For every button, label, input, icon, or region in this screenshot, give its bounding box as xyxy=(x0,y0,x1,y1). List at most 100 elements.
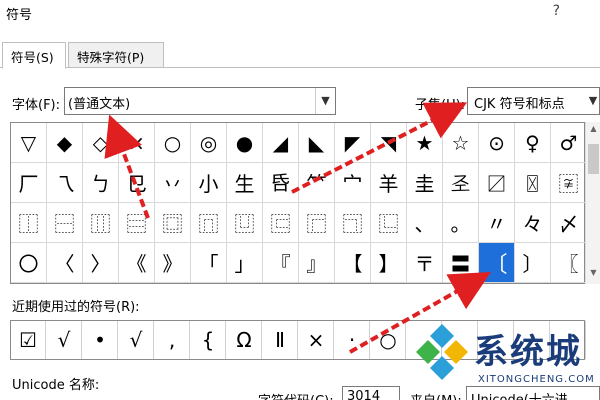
symbol-cell[interactable]: 々 xyxy=(515,203,551,243)
symbol-cell[interactable]: ♂ xyxy=(551,123,587,163)
recent-symbol-cell[interactable]: √ xyxy=(119,321,154,359)
chevron-down-icon[interactable]: ▼ xyxy=(315,88,335,114)
symbol-cell[interactable]: ◇ xyxy=(83,123,119,163)
symbol-cell[interactable]: 。 xyxy=(443,203,479,243)
chevron-down-icon[interactable]: ▼ xyxy=(584,88,600,114)
symbol-cell[interactable]: 〆 xyxy=(551,203,587,243)
symbol-cell[interactable]: ⿲ xyxy=(83,203,119,243)
scroll-up-icon[interactable]: ▲ xyxy=(586,124,600,138)
symbol-cell[interactable]: 〒 xyxy=(407,243,443,283)
symbol-cell[interactable]: ◥ xyxy=(371,123,407,163)
recent-symbol-cell[interactable]: Ω xyxy=(227,321,262,359)
symbol-cell[interactable]: ⿸ xyxy=(299,203,335,243)
window-title: 符号 xyxy=(6,8,33,23)
symbol-cell[interactable]: 𥫗 xyxy=(299,163,335,203)
symbol-cell[interactable]: 〼 xyxy=(479,163,515,203)
symbol-cell[interactable]: ⿳ xyxy=(119,203,155,243)
watermark-text: 系统城 xyxy=(474,332,582,372)
symbol-cell[interactable]: 丷 xyxy=(155,163,191,203)
symbol-cell[interactable]: 𢀖 xyxy=(443,163,479,203)
symbol-cell[interactable]: ★ xyxy=(407,123,443,163)
symbol-cell[interactable]: ▽ xyxy=(11,123,47,163)
symbol-cell[interactable]: 〈 xyxy=(47,243,83,283)
help-button[interactable]: ? xyxy=(553,3,560,19)
symbol-cell[interactable]: ⊙ xyxy=(479,123,515,163)
symbol-cell[interactable]: 【 xyxy=(335,243,371,283)
font-value: (普通文本) xyxy=(68,97,131,112)
symbol-cell[interactable]: ◢ xyxy=(263,123,299,163)
recent-symbol-cell[interactable]: , xyxy=(155,321,190,359)
char-code-input[interactable]: 3014 xyxy=(342,386,400,400)
tab-symbols-label: 符号(S) xyxy=(11,50,54,65)
symbol-cell[interactable]: 小 xyxy=(191,163,227,203)
tab-special-chars-label: 特殊字符(P) xyxy=(77,50,145,65)
recent-symbol-cell[interactable]: ○ xyxy=(371,321,406,359)
recent-symbol-cell[interactable]: • xyxy=(83,321,118,359)
unicode-name-label: Unicode 名称: xyxy=(12,378,100,393)
symbol-cell[interactable]: 《 xyxy=(119,243,155,283)
symbol-cell[interactable]: 》 xyxy=(155,243,191,283)
symbol-cell[interactable]: ☆ xyxy=(443,123,479,163)
symbol-cell[interactable]: 〾 xyxy=(551,163,587,203)
symbol-cell[interactable]: ⿱ xyxy=(47,203,83,243)
subset-dropdown[interactable]: CJK 符号和标点 ▼ xyxy=(467,87,600,115)
symbol-cell[interactable]: 圭 xyxy=(407,163,443,203)
symbol-cell[interactable]: ⿴ xyxy=(155,203,191,243)
symbol-cell[interactable]: 〓 xyxy=(443,243,479,283)
symbol-cell[interactable]: 厂 xyxy=(11,163,47,203)
symbol-cell[interactable]: 〉 xyxy=(83,243,119,283)
symbol-cell[interactable]: ● xyxy=(227,123,263,163)
symbol-cell[interactable]: ㄅ xyxy=(83,163,119,203)
symbol-cell[interactable]: 〔 xyxy=(479,243,515,283)
recent-symbol-cell[interactable]: { xyxy=(191,321,226,359)
symbol-cell[interactable]: 宀 xyxy=(335,163,371,203)
symbol-cell[interactable]: ◆ xyxy=(47,123,83,163)
scroll-down-icon[interactable]: ▼ xyxy=(586,268,600,282)
symbol-cell[interactable]: 〖 xyxy=(551,243,587,283)
font-label: 字体(F): xyxy=(12,98,61,113)
symbol-cell[interactable]: ⿵ xyxy=(191,203,227,243)
symbol-cell[interactable]: 〇 xyxy=(11,243,47,283)
recent-symbol-cell[interactable]: ☑ xyxy=(11,321,46,359)
symbol-cell[interactable]: ⿷ xyxy=(263,203,299,243)
symbol-cell[interactable]: ◣ xyxy=(299,123,335,163)
symbol-cell[interactable]: 」 xyxy=(227,243,263,283)
subset-label: 子集(U): xyxy=(415,98,466,113)
scroll-thumb[interactable] xyxy=(588,144,599,174)
symbol-cell[interactable]: 、 xyxy=(407,203,443,243)
watermark-logo: 系统城 XITONGCHENG.COM xyxy=(414,322,600,400)
symbol-cell[interactable]: 〃 xyxy=(479,203,515,243)
symbol-cell[interactable]: 】 xyxy=(371,243,407,283)
watermark-diamond-icon xyxy=(416,324,468,380)
symbol-cell[interactable]: 羊 xyxy=(371,163,407,203)
tab-special-chars[interactable]: 特殊字符(P) xyxy=(68,42,164,68)
tab-symbols[interactable]: 符号(S) xyxy=(2,42,66,69)
symbol-cell[interactable]: ⿶ xyxy=(227,203,263,243)
symbol-cell[interactable]: 乁 xyxy=(47,163,83,203)
symbol-cell[interactable]: 𠯑 xyxy=(263,163,299,203)
symbol-cell[interactable]: 生 xyxy=(227,163,263,203)
symbol-cell[interactable]: 』 xyxy=(299,243,335,283)
symbol-cell[interactable]: ⿰ xyxy=(11,203,47,243)
recent-symbols-label: 近期使用过的符号(R): xyxy=(12,300,140,315)
symbol-cell[interactable]: ◤ xyxy=(335,123,371,163)
recent-symbol-cell[interactable]: Ⅱ xyxy=(263,321,298,359)
symbol-grid: ▽ ◆ ◇ × ○ ◎ ● ◢ ◣ ◤ ◥ ★ ☆ ⊙ ♀ ♂ 厂乁ㄅ㔾丷小生 𠯑 𥫗 宀羊圭 𢀖 〼〿〾⿰⿱⿲⿳⿴⿵⿶⿷… xyxy=(10,122,587,284)
font-dropdown[interactable]: (普通文本) ▼ xyxy=(64,87,336,115)
symbol-cell[interactable]: × xyxy=(119,123,155,163)
char-code-label: 字符代码(C): xyxy=(258,390,334,400)
symbol-cell[interactable]: ○ xyxy=(155,123,191,163)
symbol-cell[interactable]: ♀ xyxy=(515,123,551,163)
symbol-cell[interactable]: 「 xyxy=(191,243,227,283)
symbol-cell[interactable]: ⿹ xyxy=(335,203,371,243)
recent-symbol-cell[interactable]: √ xyxy=(47,321,82,359)
symbol-cell[interactable]: 『 xyxy=(263,243,299,283)
grid-scrollbar[interactable]: ▲ ▼ xyxy=(585,122,600,284)
symbol-cell[interactable]: ⿺ xyxy=(371,203,407,243)
symbol-cell[interactable]: 〕 xyxy=(515,243,551,283)
symbol-cell[interactable]: ◎ xyxy=(191,123,227,163)
recent-symbol-cell[interactable]: · xyxy=(335,321,370,359)
recent-symbol-cell[interactable]: × xyxy=(299,321,334,359)
symbol-cell[interactable]: 〿 xyxy=(515,163,551,203)
symbol-cell[interactable]: 㔾 xyxy=(119,163,155,203)
